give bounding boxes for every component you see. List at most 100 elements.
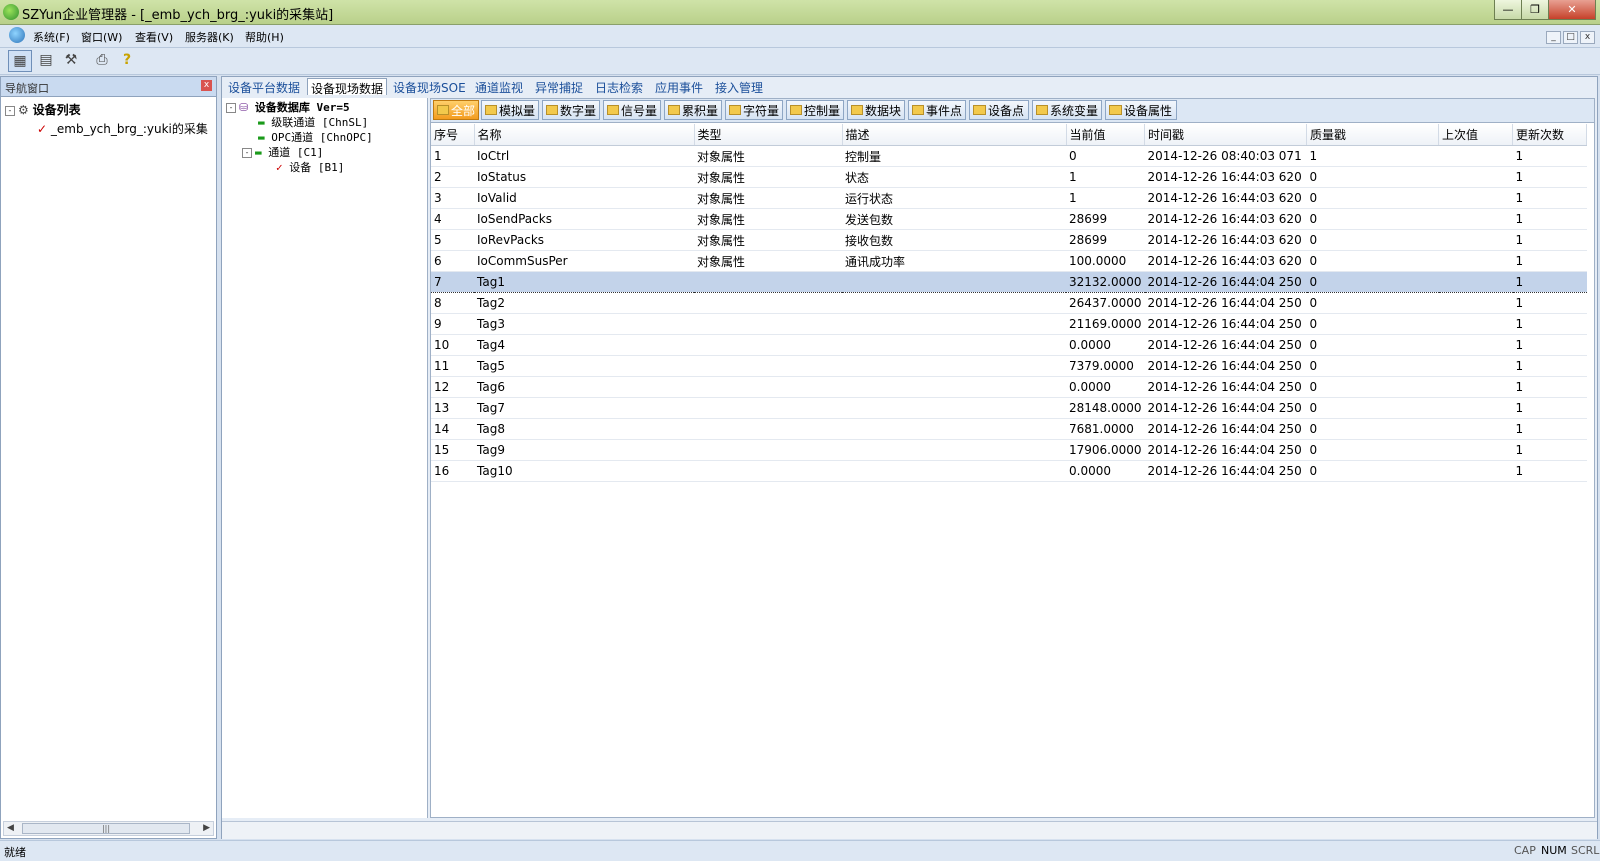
help-button[interactable]: ? (116, 50, 138, 70)
cell-update-count: 1 (1512, 145, 1587, 167)
filter-tab-datablock[interactable]: 数据块 (847, 100, 905, 120)
filter-tab-device-point[interactable]: 设备点 (969, 100, 1029, 120)
tree-root-device-list[interactable]: - ⚙ 设备列表 (5, 101, 81, 118)
panel-button[interactable]: ▤ (35, 50, 57, 70)
cell-name: IoRevPacks (474, 229, 694, 251)
scroll-thumb[interactable]: ||| (22, 823, 190, 834)
window-layout-button[interactable]: ▦ (8, 50, 32, 72)
column-header-description[interactable]: 描述 (842, 124, 1067, 146)
tab-field-soe[interactable]: 设备现场SOE (390, 78, 469, 95)
menu-window[interactable]: 窗口(W) (81, 29, 122, 45)
tab-channel-monitor[interactable]: 通道监视 (472, 78, 526, 95)
filter-tab-control[interactable]: 控制量 (786, 100, 844, 120)
maximize-button[interactable]: ❐ (1521, 0, 1549, 20)
tab-access-management[interactable]: 接入管理 (712, 78, 766, 95)
filter-tab-event-point[interactable]: 事件点 (908, 100, 966, 120)
table-row[interactable]: 12 Tag6 0.0000 2014-12-26 16:44:04 250 0 1 (431, 376, 1587, 398)
collapse-icon[interactable]: - (242, 148, 252, 158)
db-tree-item-b1[interactable]: ✓ 设备 [B1] (276, 159, 344, 175)
table-row[interactable]: 9 Tag3 21169.0000 2014-12-26 16:44:04 250 0 1 (431, 313, 1587, 335)
mdi-minimize-button[interactable]: _ (1546, 31, 1561, 44)
cell-index: 4 (431, 208, 474, 230)
filter-tab-digital[interactable]: 数字量 (542, 100, 600, 120)
cell-last-value (1438, 397, 1513, 419)
column-header-current-value[interactable]: 当前值 (1066, 124, 1146, 146)
table-row[interactable]: 11 Tag5 7379.0000 2014-12-26 16:44:04 250 0 1 (431, 355, 1587, 377)
filter-tab-device-attr[interactable]: 设备属性 (1105, 100, 1177, 120)
menu-help[interactable]: 帮助(H) (245, 29, 284, 45)
db-tree-item-chnopc[interactable]: ▬ OPC通道 [ChnOPC] (258, 129, 373, 145)
tab-field-data[interactable]: 设备现场数据 (307, 78, 388, 96)
tab-exception-capture[interactable]: 异常捕捉 (532, 78, 586, 95)
table-row[interactable]: 3 IoValid 对象属性 运行状态 1 2014-12-26 16:44:03 620… (431, 187, 1587, 209)
folder-icon (912, 105, 924, 115)
table-row[interactable]: 8 Tag2 26437.0000 2014-12-26 16:44:04 250 0 1 (431, 292, 1587, 314)
cell-type: 对象属性 (694, 166, 842, 188)
cell-update-count: 1 (1512, 166, 1587, 188)
filter-tab-accumulated[interactable]: 累积量 (664, 100, 722, 120)
table-row[interactable]: 13 Tag7 28148.0000 2014-12-26 16:44:04 250 0… (431, 397, 1587, 419)
table-row[interactable]: 14 Tag8 7681.0000 2014-12-26 16:44:04 250 0 1 (431, 418, 1587, 440)
scroll-left-icon[interactable]: ◀ (7, 823, 14, 833)
tab-log-search[interactable]: 日志检索 (592, 78, 646, 95)
column-header-update-count[interactable]: 更新次数 (1512, 124, 1588, 146)
tab-platform-data[interactable]: 设备平台数据 (225, 78, 303, 95)
horizontal-scrollbar[interactable]: ◀ ||| ▶ (3, 821, 214, 836)
globe-icon[interactable] (9, 27, 25, 43)
table-row[interactable]: 4 IoSendPacks 对象属性 发送包数 28699 2014-12-26 16:4… (431, 208, 1587, 230)
table-row[interactable]: 15 Tag9 17906.0000 2014-12-26 16:44:04 250 0… (431, 439, 1587, 461)
tools-button[interactable]: ⚒ (60, 50, 82, 70)
cell-update-count: 1 (1512, 376, 1587, 398)
column-header-index[interactable]: 序号 (431, 124, 475, 146)
db-tree-item-chnsl[interactable]: ▬ 级联通道 [ChnSL] (258, 114, 368, 130)
table-row[interactable]: 5 IoRevPacks 对象属性 接收包数 28699 2014-12-26 16:44… (431, 229, 1587, 251)
cell-current-value: 1 (1066, 187, 1145, 209)
menu-view[interactable]: 查看(V) (135, 29, 173, 45)
scroll-right-icon[interactable]: ▶ (203, 823, 210, 833)
filter-tab-label: 信号量 (620, 103, 657, 118)
cell-type (694, 271, 842, 293)
menu-system[interactable]: 系统(F) (33, 29, 70, 45)
cell-quality: 0 (1306, 187, 1439, 209)
tree-root-label: 设备列表 (32, 103, 81, 117)
tab-app-events[interactable]: 应用事件 (652, 78, 706, 95)
print-button[interactable]: ⎙ (91, 50, 113, 70)
collapse-icon[interactable]: - (226, 103, 236, 113)
filter-tab-all[interactable]: 全部 (433, 100, 479, 120)
folder-icon (790, 105, 802, 115)
column-header-timestamp[interactable]: 时间戳 (1144, 124, 1308, 146)
table-row[interactable]: 16 Tag10 0.0000 2014-12-26 16:44:04 250 0 1 (431, 460, 1587, 482)
channel-icon: ▬ (258, 131, 265, 144)
cell-description: 控制量 (842, 145, 1066, 167)
filter-tab-signal[interactable]: 信号量 (603, 100, 661, 120)
table-row[interactable]: 2 IoStatus 对象属性 状态 1 2014-12-26 16:44:03 620 0… (431, 166, 1587, 188)
close-button[interactable]: ✕ (1548, 0, 1596, 20)
db-tree-root[interactable]: - ⛁ 设备数据库 Ver=5 (226, 99, 350, 115)
close-icon[interactable]: x (201, 80, 212, 91)
cell-type (694, 439, 842, 461)
table-row[interactable]: 7 Tag1 32132.0000 2014-12-26 16:44:04 250 0 1 (431, 271, 1587, 293)
column-header-type[interactable]: 类型 (694, 124, 843, 146)
table-row[interactable]: 10 Tag4 0.0000 2014-12-26 16:44:04 250 0 1 (431, 334, 1587, 356)
menu-server[interactable]: 服务器(K) (185, 29, 234, 45)
tree-item-station[interactable]: ✓ _emb_ych_brg_:yuki的采集 (37, 120, 208, 137)
filter-tab-analog[interactable]: 模拟量 (481, 100, 539, 120)
filter-tab-string[interactable]: 字符量 (725, 100, 783, 120)
column-header-quality[interactable]: 质量戳 (1306, 124, 1440, 146)
column-header-name[interactable]: 名称 (474, 124, 695, 146)
collapse-icon[interactable]: - (5, 105, 15, 116)
cell-quality: 0 (1306, 460, 1439, 482)
table-row[interactable]: 6 IoCommSusPer 对象属性 通讯成功率 100.0000 2014-12-26… (431, 250, 1587, 272)
cell-description (842, 334, 1066, 356)
filter-tab-system-var[interactable]: 系统变量 (1032, 100, 1102, 120)
close-icon: ✕ (1567, 3, 1577, 16)
cell-current-value: 0.0000 (1066, 460, 1145, 482)
column-header-last-value[interactable]: 上次值 (1438, 124, 1514, 146)
mdi-close-button[interactable]: x (1580, 31, 1595, 44)
db-tree-item-c1[interactable]: - ▬ 通道 [C1] (242, 144, 323, 160)
minimize-button[interactable]: — (1494, 0, 1522, 20)
mdi-restore-button[interactable]: □ (1563, 31, 1578, 44)
table-row[interactable]: 1 IoCtrl 对象属性 控制量 0 2014-12-26 08:40:03 071 1 1 (431, 145, 1587, 167)
cell-name: Tag8 (474, 418, 694, 440)
cell-description (842, 271, 1066, 293)
